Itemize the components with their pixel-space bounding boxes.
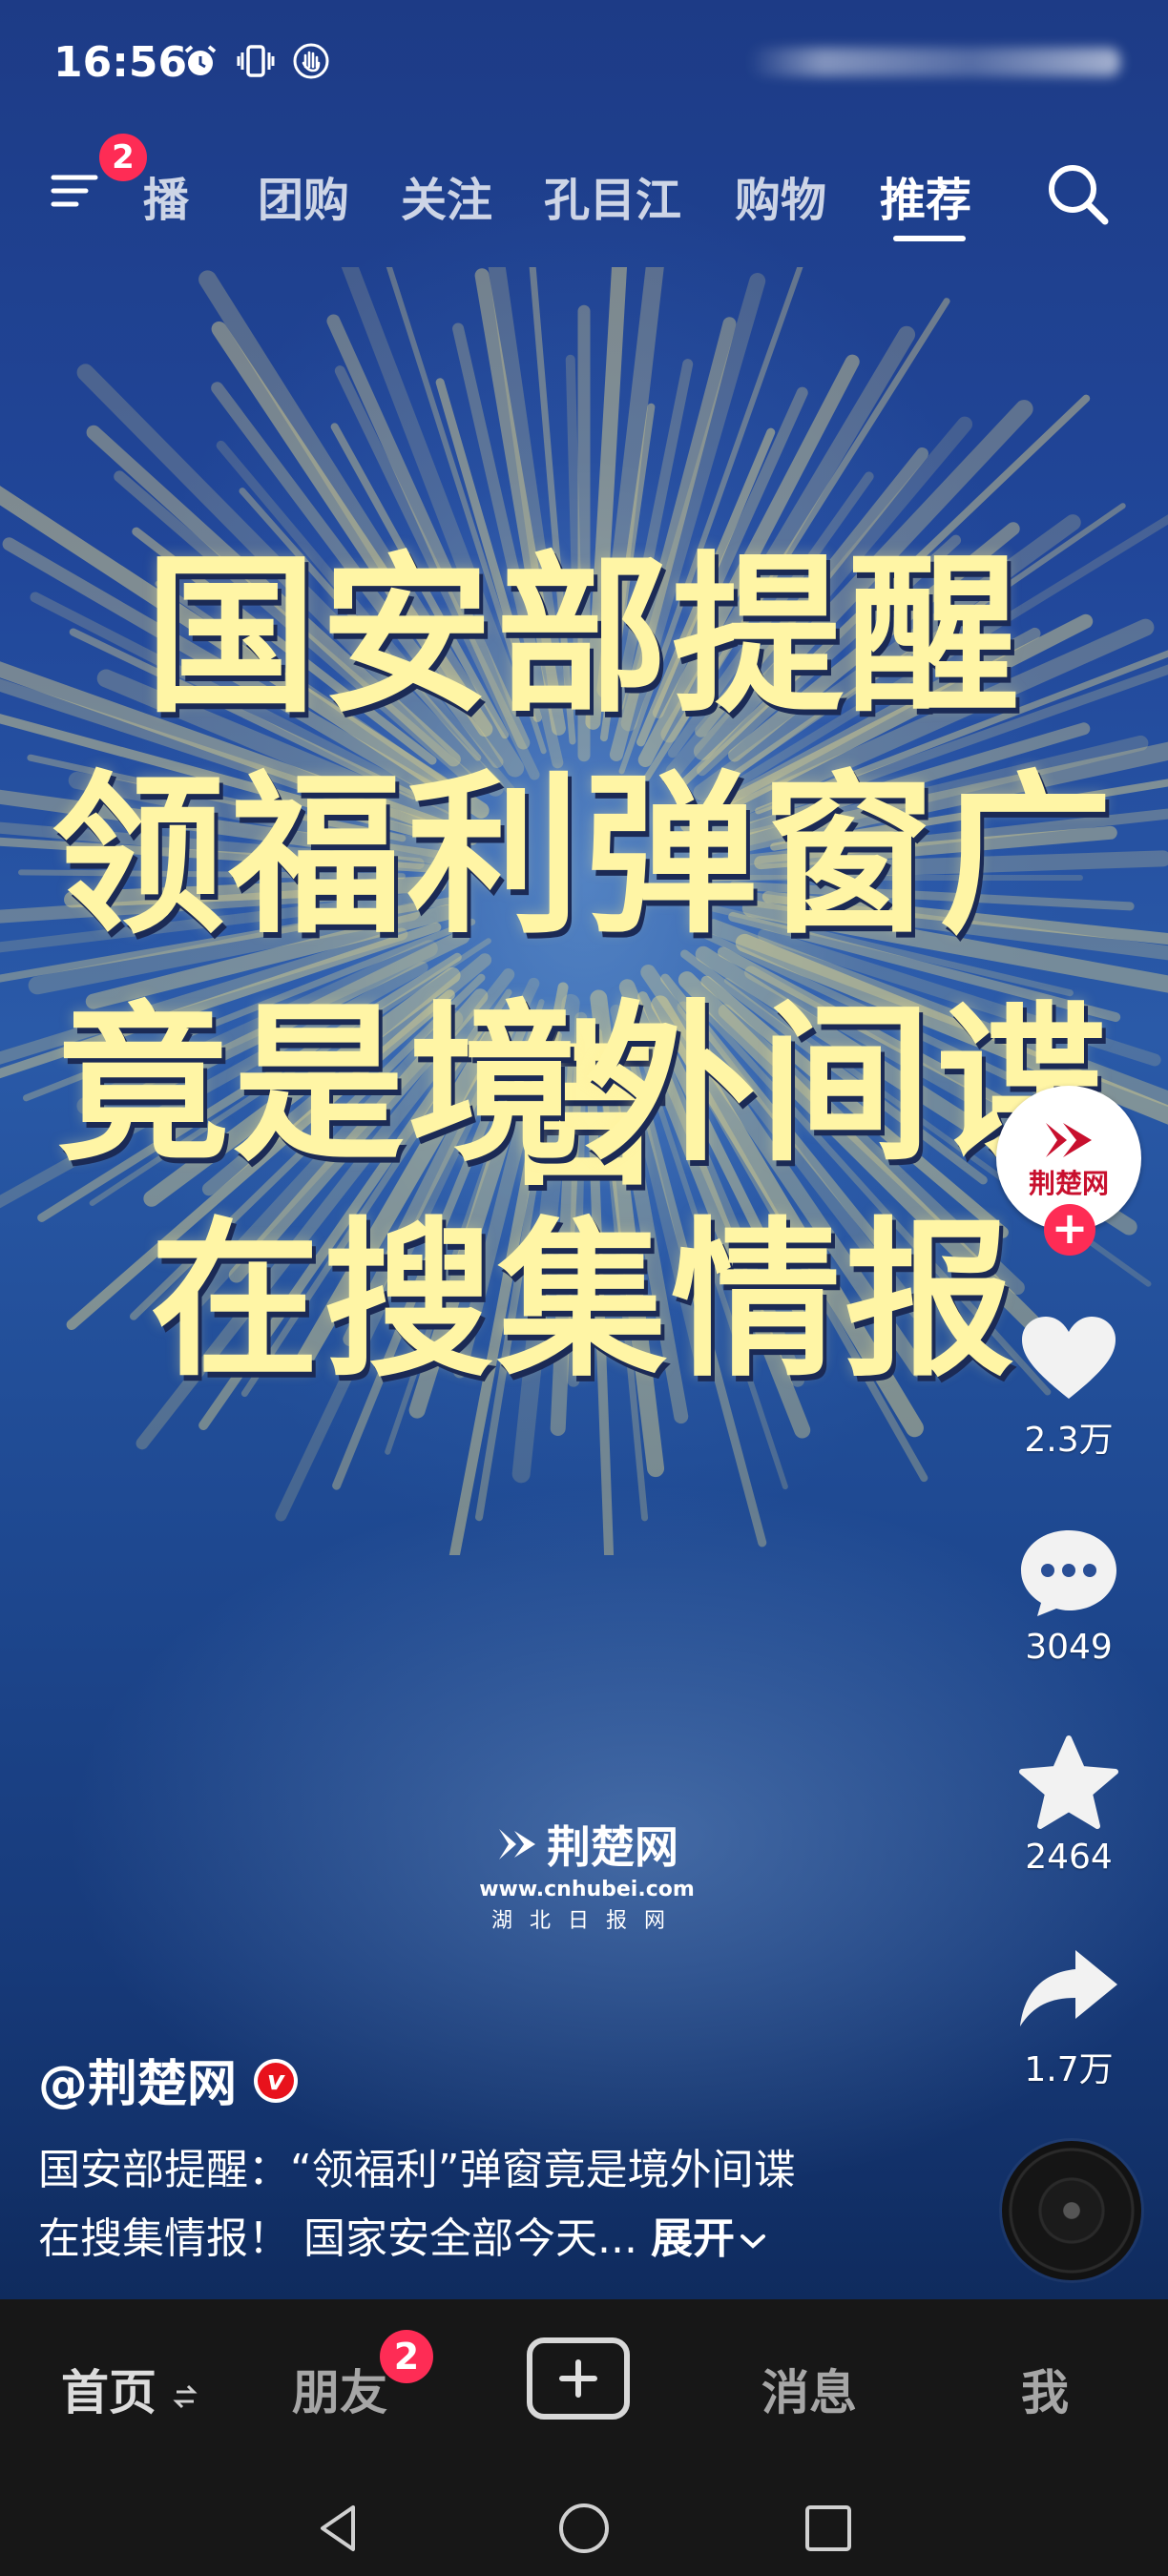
search-icon <box>1049 165 1109 225</box>
like-button[interactable]: 2.3万 <box>1002 1313 1136 1462</box>
status-time: 16:56 <box>53 38 188 87</box>
watermark-url: www.cnhubei.com <box>479 1878 695 1901</box>
avatar-label: 荆楚网 <box>1028 1168 1109 1199</box>
headline-line-1: 国安部提醒 <box>144 535 1023 737</box>
comment-button[interactable]: 3049 <box>1002 1525 1136 1667</box>
share-arrow-icon <box>1020 1950 1117 2026</box>
verified-badge-icon: v <box>254 2059 298 2103</box>
headline-line-3: 竟是境外间谍 <box>56 984 1111 1185</box>
tab-live[interactable]: 播 <box>143 162 189 229</box>
comment-count: 3049 <box>1025 1628 1113 1667</box>
heart-icon <box>1022 1317 1116 1399</box>
cnhubei-logo-icon <box>1046 1123 1092 1157</box>
tab-recommend[interactable]: 推荐 <box>880 162 971 229</box>
nav-me[interactable]: 我 <box>1021 2355 1069 2423</box>
friends-badge: 2 <box>380 2330 433 2383</box>
music-disc-icon[interactable] <box>1002 2141 1141 2280</box>
back-icon[interactable] <box>311 2500 368 2557</box>
share-count: 1.7万 <box>1024 2050 1114 2089</box>
follow-button[interactable]: + <box>1044 1204 1095 1256</box>
active-tab-indicator <box>893 236 966 241</box>
expand-button[interactable]: 展开 <box>651 2214 767 2263</box>
nav-messages[interactable]: 消息 <box>761 2355 857 2423</box>
favorite-count: 2464 <box>1025 1838 1113 1877</box>
tab-group-buy[interactable]: 团购 <box>258 162 349 229</box>
home-icon[interactable] <box>555 2500 613 2557</box>
watermark-logo: 荆楚网 <box>477 1813 697 1876</box>
caption-line-2: 在搜集情报！ 国家安全部今天... 展开 <box>38 2204 767 2265</box>
status-bar: 16:56 <box>0 38 1168 95</box>
comment-icon <box>1021 1530 1116 1616</box>
recents-icon[interactable] <box>800 2500 857 2557</box>
menu-icon <box>51 175 98 207</box>
nav-home[interactable]: 首页 <box>61 2355 198 2423</box>
top-nav: 播 团购 关注 孔目江 购物 推荐 <box>0 143 1168 241</box>
hand-icon <box>292 42 330 80</box>
cnhubei-logo-icon <box>499 1829 535 1859</box>
star-icon <box>1019 1735 1118 1829</box>
chevron-down-icon <box>740 2234 765 2249</box>
favorite-button[interactable]: 2464 <box>1002 1735 1136 1877</box>
create-button[interactable] <box>527 2337 630 2420</box>
video-player[interactable]: 国安部提醒 领福利弹窗广告 竟是境外间谍 在搜集情报 荆楚网 www.cnhub… <box>0 0 1168 2299</box>
bottom-nav: 首页 朋友 2 消息 我 <box>0 2299 1168 2471</box>
caption-line-1: 国安部提醒：“领福利”弹窗竟是境外间谍 <box>38 2146 796 2194</box>
watermark-subtitle: 湖北日报网 <box>490 1909 682 1933</box>
status-icons <box>181 42 330 80</box>
system-nav-bar <box>0 2471 1168 2576</box>
menu-badge: 2 <box>99 134 147 181</box>
watermark: 荆楚网 www.cnhubei.com 湖北日报网 <box>477 1813 697 1933</box>
nav-friends[interactable]: 朋友 <box>292 2355 387 2423</box>
expand-label: 展开 <box>650 2214 735 2263</box>
caption-line-2-text: 在搜集情报！ 国家安全部今天... <box>38 2214 637 2263</box>
search-button[interactable] <box>1040 156 1116 233</box>
status-right-blurred <box>748 48 1120 76</box>
verified-badge-label: v <box>258 2063 294 2099</box>
watermark-brand: 荆楚网 <box>547 1821 678 1873</box>
headline-line-4: 在搜集情报 <box>150 1200 1018 1400</box>
tab-local[interactable]: 孔目江 <box>544 162 681 229</box>
nav-home-label: 首页 <box>61 2365 156 2420</box>
switch-arrows-icon <box>173 2384 198 2408</box>
alarm-icon <box>181 42 219 80</box>
like-count: 2.3万 <box>1024 1421 1114 1460</box>
tab-shopping[interactable]: 购物 <box>735 162 826 229</box>
vibrate-icon <box>237 42 275 80</box>
author-name[interactable]: @荆楚网 <box>38 2044 237 2115</box>
tab-following[interactable]: 关注 <box>401 162 492 229</box>
share-button[interactable]: 1.7万 <box>1002 1942 1136 2091</box>
plus-icon <box>559 2359 597 2398</box>
menu-button[interactable] <box>48 162 105 219</box>
